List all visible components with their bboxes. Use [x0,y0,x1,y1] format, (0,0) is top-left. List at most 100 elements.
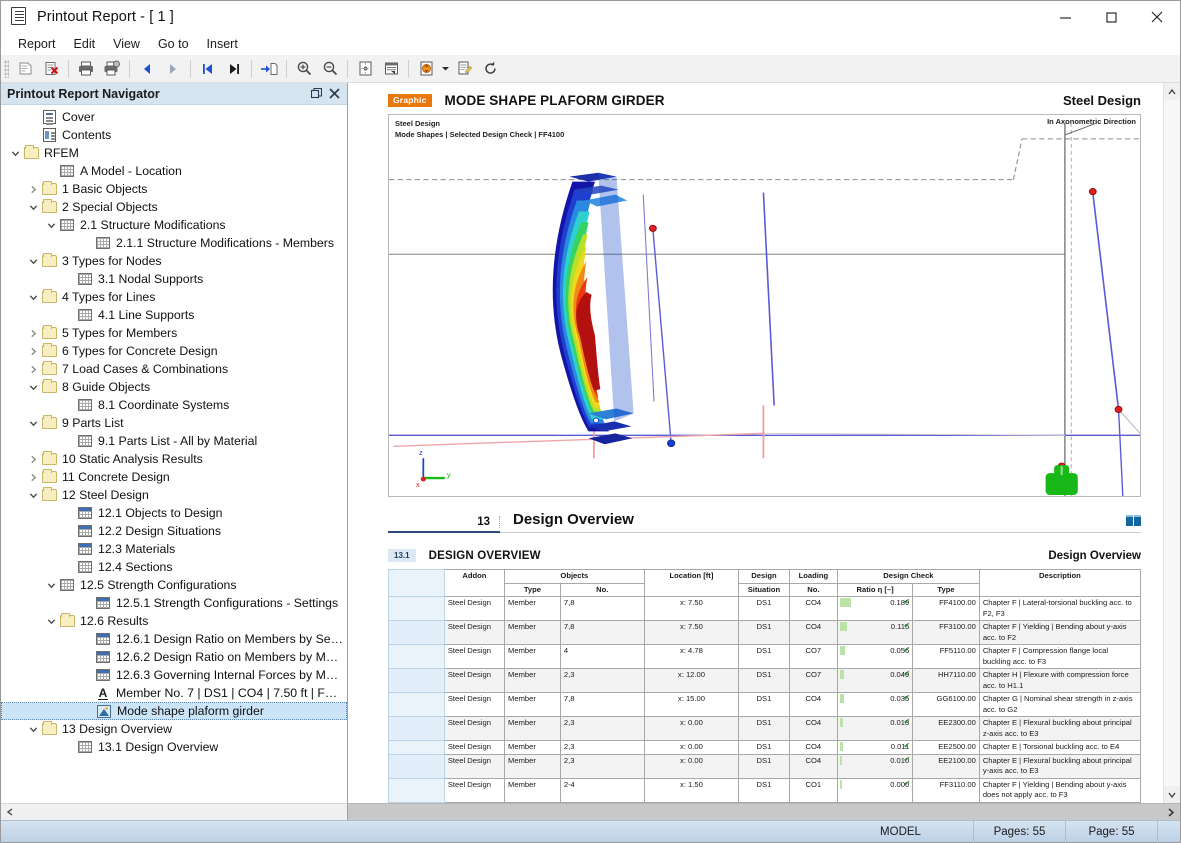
tree-item[interactable]: 12.3 Materials [1,540,347,558]
chevron-right-icon[interactable] [25,361,41,377]
scroll-down-icon[interactable] [1164,786,1180,803]
tree-item[interactable]: 1 Basic Objects [1,180,347,198]
tree-item[interactable]: 11 Concrete Design [1,468,347,486]
scroll-up-icon[interactable] [1164,83,1180,100]
th-loading-no[interactable]: No. [788,582,839,597]
mode-shape-graphic[interactable]: Steel Design Mode Shapes | Selected Desi… [388,114,1141,497]
tree-item[interactable]: 12.5 Strength Configurations [1,576,347,594]
chevron-down-icon[interactable] [7,145,23,161]
menu-item-insert[interactable]: Insert [198,35,247,53]
th-ratio[interactable]: Ratio η [–] [837,582,914,597]
chevron-right-icon[interactable] [25,325,41,341]
chevron-down-icon[interactable] [25,199,41,215]
chevron-down-icon[interactable] [43,217,59,233]
tree-item[interactable]: 8 Guide Objects [1,378,347,396]
tree-item[interactable]: 9.1 Parts List - All by Material [1,432,347,450]
scroll-left-icon[interactable] [1,804,18,820]
menu-item-report[interactable]: Report [9,35,65,53]
tree-item[interactable]: 12.5.1 Strength Configurations - Setting… [1,594,347,612]
document-horizontal-scrollbar[interactable] [348,803,1180,820]
minimize-button[interactable] [1042,2,1088,33]
edit-report-icon[interactable] [451,57,477,81]
chevron-down-icon[interactable] [25,721,41,737]
doc-scroll-track[interactable] [348,804,1162,820]
tree-item[interactable]: 12.2 Design Situations [1,522,347,540]
chevron-right-icon[interactable] [25,451,41,467]
tree-item[interactable]: 7 Load Cases & Combinations [1,360,347,378]
chevron-down-icon[interactable] [25,289,41,305]
tree-item[interactable]: 12.6 Results [1,612,347,630]
header-footer-icon[interactable] [378,57,404,81]
page-setup-icon[interactable] [352,57,378,81]
tree-item[interactable]: 3.1 Nodal Supports [1,270,347,288]
delete-report-icon[interactable] [38,57,64,81]
th-type[interactable]: Type [504,582,561,597]
tree-item[interactable]: 13.1 Design Overview [1,738,347,756]
chevron-down-icon[interactable] [43,577,59,593]
tree-item[interactable]: 12.6.1 Design Ratio on Members by Sectio… [1,630,347,648]
tree-item-selected[interactable]: Mode shape plaform girder [1,702,347,720]
print-preview-icon[interactable] [12,57,38,81]
tree-item[interactable]: 5 Types for Members [1,324,347,342]
tree-item[interactable]: RFEM [1,144,347,162]
chevron-right-icon[interactable] [25,343,41,359]
doc-scroll-right-icon[interactable] [1162,804,1180,820]
zoom-in-icon[interactable] [291,57,317,81]
tree-item[interactable]: 2.1 Structure Modifications [1,216,347,234]
maximize-button[interactable] [1088,2,1134,33]
tree-item[interactable]: 9 Parts List [1,414,347,432]
tree-item[interactable]: 6 Types for Concrete Design [1,342,347,360]
toolbar-grip[interactable] [4,59,9,78]
chevron-down-icon[interactable] [43,613,59,629]
menu-item-goto[interactable]: Go to [149,35,198,53]
close-button[interactable] [1134,2,1180,33]
table-row[interactable]: Steel Design Member 7,8 x: 15.00 DS1 CO4 0.035… [388,692,1142,717]
refresh-icon[interactable] [477,57,503,81]
tree-item[interactable]: 3 Types for Nodes [1,252,347,270]
scroll-track[interactable] [18,804,347,820]
scroll-track-vertical[interactable] [1164,100,1180,786]
previous-page-icon[interactable] [134,57,160,81]
th-location[interactable]: Location [ft] [643,569,740,597]
tree-item[interactable]: 12.6.2 Design Ratio on Members by Member [1,648,347,666]
tree-item[interactable]: 13 Design Overview [1,720,347,738]
th-design-situation[interactable]: Situation [738,582,790,597]
chevron-down-icon[interactable] [25,415,41,431]
chevron-right-icon[interactable] [25,181,41,197]
undock-icon[interactable] [307,85,325,103]
th-check-type[interactable]: Type [912,582,980,597]
first-page-icon[interactable] [195,57,221,81]
tree-item[interactable]: 12.1 Objects to Design [1,504,347,522]
document-vertical-scrollbar[interactable] [1163,83,1180,803]
design-overview-table[interactable]: Addon Objects Location [ft] Design Loadi… [388,569,1142,803]
tree-item[interactable]: 12.6.3 Governing Internal Forces by Memb… [1,666,347,684]
tree-item[interactable]: 2.1.1 Structure Modifications - Members [1,234,347,252]
print-icon[interactable] [73,57,99,81]
table-row[interactable]: Steel Design Member 2,3 x: 0.00 DS1 CO4 0.010 ✔… [388,753,1142,779]
menu-item-view[interactable]: View [104,35,149,53]
th-description[interactable]: Description [978,569,1142,597]
menu-item-edit[interactable]: Edit [65,35,105,53]
close-icon[interactable] [325,85,343,103]
navigator-tree[interactable]: Cover Contents RFEM A Model - Location 1 Bas… [1,105,347,803]
zoom-out-icon[interactable] [317,57,343,81]
tree-item[interactable]: Cover [1,108,347,126]
print-settings-icon[interactable] [99,57,125,81]
navigator-horizontal-scrollbar[interactable] [1,803,347,820]
tree-item[interactable]: A Model - Location [1,162,347,180]
th-addon[interactable]: Addon [443,569,506,597]
table-row[interactable]: Steel Design Member 4 x: 4.78 DS1 CO7 0.056 ✔ FF… [388,644,1142,669]
tree-item[interactable]: 10 Static Analysis Results [1,450,347,468]
table-row[interactable]: Steel Design Member 2,3 x: 0.00 DS1 CO4 0.011 ✔… [388,740,1142,755]
next-page-icon[interactable] [160,57,186,81]
tree-item[interactable]: A Member No. 7 | DS1 | CO4 | 7.50 ft | FF… [1,684,347,702]
tree-item[interactable]: Contents [1,126,347,144]
table-row[interactable]: Steel Design Member 7,8 x: 7.50 DS1 CO4 0.189 ✔… [388,596,1142,621]
tree-item[interactable]: 12 Steel Design [1,486,347,504]
table-row[interactable]: Steel Design Member 2-4 x: 1.50 DS1 CO1 0.000 ✔… [388,777,1142,803]
chevron-right-icon[interactable] [25,469,41,485]
tree-item[interactable]: 8.1 Coordinate Systems [1,396,347,414]
table-row[interactable]: Steel Design Member 2,3 x: 0.00 DS1 CO4 0.013 ✔… [388,716,1142,741]
th-no[interactable]: No. [559,582,645,597]
table-row[interactable]: Steel Design Member 2,3 x: 12.00 DS1 CO7 0.049… [388,668,1142,693]
